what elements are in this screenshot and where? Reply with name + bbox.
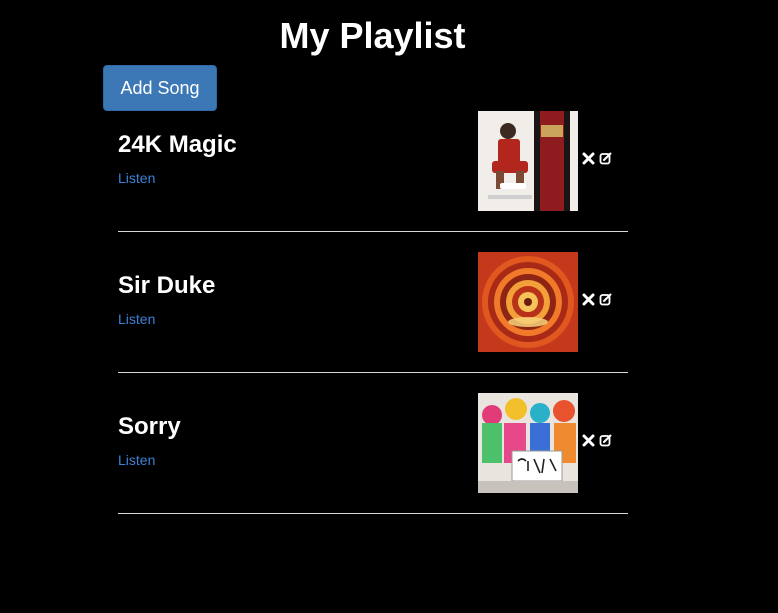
listen-link[interactable]: Listen bbox=[118, 452, 155, 468]
add-song-button[interactable]: Add Song bbox=[103, 65, 217, 111]
song-actions bbox=[582, 292, 612, 306]
song-actions bbox=[582, 151, 612, 165]
edit-icon[interactable] bbox=[599, 292, 612, 306]
divider bbox=[118, 513, 628, 514]
song-title: Sir Duke bbox=[118, 272, 216, 299]
song-list: 24K Magic Listen Sir Duke Listen Sorry L… bbox=[118, 111, 628, 534]
divider bbox=[118, 372, 628, 373]
song-title: 24K Magic bbox=[118, 131, 237, 158]
song-actions bbox=[582, 433, 612, 447]
list-item: 24K Magic Listen bbox=[118, 111, 628, 252]
list-item: Sir Duke Listen bbox=[118, 252, 628, 393]
list-item: Sorry Listen bbox=[118, 393, 628, 534]
edit-icon[interactable] bbox=[599, 433, 612, 447]
album-cover bbox=[478, 393, 578, 493]
album-cover bbox=[478, 252, 578, 352]
page-title: My Playlist bbox=[279, 15, 466, 56]
divider bbox=[118, 231, 628, 232]
edit-icon[interactable] bbox=[599, 151, 612, 165]
close-icon[interactable] bbox=[582, 433, 595, 447]
listen-link[interactable]: Listen bbox=[118, 170, 155, 186]
album-cover bbox=[478, 111, 578, 211]
listen-link[interactable]: Listen bbox=[118, 311, 155, 327]
playlist-page: My Playlist Add Song 24K Magic Listen Si… bbox=[0, 0, 778, 613]
close-icon[interactable] bbox=[582, 292, 595, 306]
close-icon[interactable] bbox=[582, 151, 595, 165]
song-title: Sorry bbox=[118, 413, 181, 440]
